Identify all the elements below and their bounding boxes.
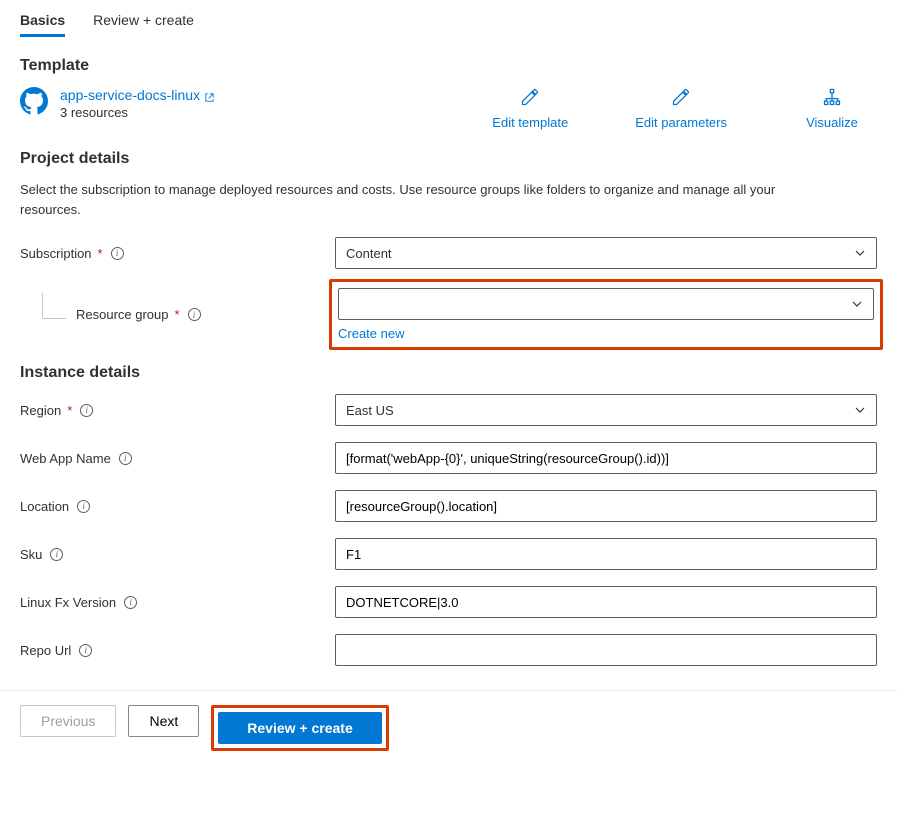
info-icon[interactable]: i xyxy=(111,247,124,260)
pencil-icon xyxy=(520,87,540,107)
template-link[interactable]: app-service-docs-linux xyxy=(60,87,215,103)
location-input[interactable] xyxy=(335,490,877,522)
linuxfx-label: Linux Fx Version i xyxy=(20,595,335,610)
template-link-text: app-service-docs-linux xyxy=(60,87,200,103)
repourl-input[interactable] xyxy=(335,634,877,666)
tab-review-create[interactable]: Review + create xyxy=(93,4,194,37)
required-asterisk: * xyxy=(98,246,103,261)
subscription-label: Subscription * i xyxy=(20,246,335,261)
create-new-link[interactable]: Create new xyxy=(338,326,404,341)
info-icon[interactable]: i xyxy=(124,596,137,609)
previous-button: Previous xyxy=(20,705,116,737)
info-icon[interactable]: i xyxy=(80,404,93,417)
required-asterisk: * xyxy=(175,307,180,322)
edit-parameters-label: Edit parameters xyxy=(635,115,727,130)
github-icon xyxy=(20,87,48,115)
tab-bar: Basics Review + create xyxy=(20,0,877,37)
subscription-select[interactable]: Content xyxy=(335,237,877,269)
sku-input[interactable] xyxy=(335,538,877,570)
chevron-down-icon xyxy=(854,404,866,416)
region-label: Region * i xyxy=(20,403,335,418)
chevron-down-icon xyxy=(851,298,863,310)
pencil-icon xyxy=(671,87,691,107)
visualize-label: Visualize xyxy=(806,115,858,130)
linuxfx-input[interactable] xyxy=(335,586,877,618)
resource-group-highlight: Create new xyxy=(329,279,883,350)
edit-template-label: Edit template xyxy=(492,115,568,130)
subscription-value: Content xyxy=(346,246,392,261)
repourl-label: Repo Url i xyxy=(20,643,335,658)
template-resources-count: 3 resources xyxy=(60,105,380,120)
external-link-icon xyxy=(204,90,215,101)
review-create-button[interactable]: Review + create xyxy=(218,712,381,744)
project-details-description: Select the subscription to manage deploy… xyxy=(20,180,780,219)
chevron-down-icon xyxy=(854,247,866,259)
review-create-highlight: Review + create xyxy=(211,705,388,751)
info-icon[interactable]: i xyxy=(77,500,90,513)
info-icon[interactable]: i xyxy=(188,308,201,321)
info-icon[interactable]: i xyxy=(50,548,63,561)
resource-group-select[interactable] xyxy=(338,288,874,320)
webapp-name-label: Web App Name i xyxy=(20,451,335,466)
indent-connector xyxy=(42,293,66,319)
resource-group-label: Resource group * i xyxy=(20,307,335,322)
project-details-heading: Project details xyxy=(20,150,877,168)
footer-bar: Previous Next Review + create xyxy=(0,690,897,765)
tab-basics[interactable]: Basics xyxy=(20,4,65,37)
hierarchy-icon xyxy=(822,87,842,107)
region-value: East US xyxy=(346,403,394,418)
info-icon[interactable]: i xyxy=(79,644,92,657)
edit-parameters-action[interactable]: Edit parameters xyxy=(635,87,727,130)
required-asterisk: * xyxy=(67,403,72,418)
next-button[interactable]: Next xyxy=(128,705,199,737)
template-heading: Template xyxy=(20,57,877,75)
edit-template-action[interactable]: Edit template xyxy=(485,87,575,130)
sku-label: Sku i xyxy=(20,547,335,562)
template-row: app-service-docs-linux 3 resources Edit … xyxy=(20,87,877,130)
location-label: Location i xyxy=(20,499,335,514)
info-icon[interactable]: i xyxy=(119,452,132,465)
instance-details-heading: Instance details xyxy=(20,364,877,382)
webapp-name-input[interactable] xyxy=(335,442,877,474)
visualize-action[interactable]: Visualize xyxy=(787,87,877,130)
region-select[interactable]: East US xyxy=(335,394,877,426)
